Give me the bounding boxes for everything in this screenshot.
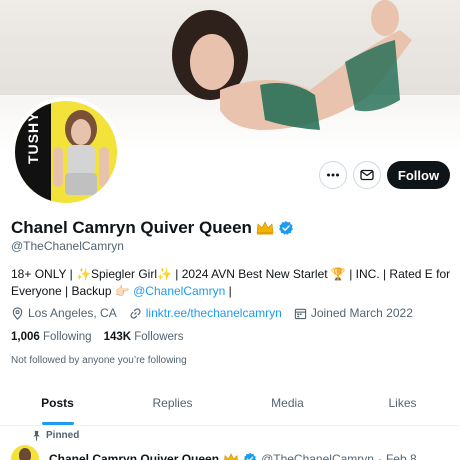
banner-photo [172,0,412,130]
pinned-indicator: Pinned [31,430,79,441]
location-text: Los Angeles, CA [28,306,117,320]
tab-replies[interactable]: Replies [115,380,230,425]
post-avatar[interactable] [11,445,39,460]
message-button[interactable] [353,161,381,189]
avatar-person [53,110,109,195]
followers-stat[interactable]: 143K Followers [104,331,184,343]
not-followed-note: Not followed by anyone you’re following [11,355,187,366]
more-icon [327,173,339,177]
avatar-logo: TUSHY [25,111,41,164]
website: linktr.ee/thechanelcamryn [129,306,282,320]
tab-media[interactable]: Media [230,380,345,425]
link-icon [130,307,141,319]
following-label: Following [42,331,92,343]
post-header: Chanel Camryn Quiver Queen @TheChanelCam… [11,445,417,460]
following-count: 1,006 [11,331,40,343]
pinned-label: Pinned [46,430,80,441]
calendar-icon [294,308,306,319]
profile-tabs: Posts Replies Media Likes [0,380,460,426]
post-date[interactable]: Feb 8 [386,452,417,460]
followers-count: 143K [103,331,132,343]
followers-label: Followers [134,331,184,343]
post-author-name[interactable]: Chanel Camryn Quiver Queen [49,452,219,460]
pin-icon [33,430,40,441]
post-separator: · [377,452,382,460]
post-author-handle[interactable]: @TheChanelCamryn [261,452,374,460]
profile-handle: @TheChanelCamryn [11,239,124,253]
follow-button[interactable]: Follow [387,161,450,189]
avatar-image: TUSHY [15,101,117,203]
location: Los Angeles, CA [11,306,117,320]
crown-icon [224,453,238,460]
tab-likes[interactable]: Likes [345,380,460,425]
verified-icon[interactable] [243,452,257,460]
bio-mention-link[interactable]: @ChanelCamryn [133,284,225,298]
join-date: Joined March 2022 [294,306,413,320]
website-link[interactable]: linktr.ee/thechanelcamryn [146,306,282,320]
join-date-text: Joined March 2022 [310,306,413,320]
verified-icon[interactable] [278,220,294,236]
profile-meta: Los Angeles, CA linktr.ee/thechanelcamry… [11,306,413,320]
bio-tail: | [225,284,232,298]
following-stat[interactable]: 1,006 Following [11,331,92,343]
crown-icon [256,221,274,235]
profile-bio: 18+ ONLY | ✨Spiegler Girl✨ | 2024 AVN Be… [11,266,451,300]
name-row: Chanel Camryn Quiver Queen [11,218,294,238]
display-name: Chanel Camryn Quiver Queen [11,218,252,237]
follow-stats: 1,006 Following 143K Followers [11,331,183,343]
tab-posts[interactable]: Posts [0,380,115,425]
location-icon [12,306,23,320]
profile-avatar[interactable]: TUSHY [11,97,121,207]
more-button[interactable] [319,161,347,189]
mail-icon [360,169,374,181]
